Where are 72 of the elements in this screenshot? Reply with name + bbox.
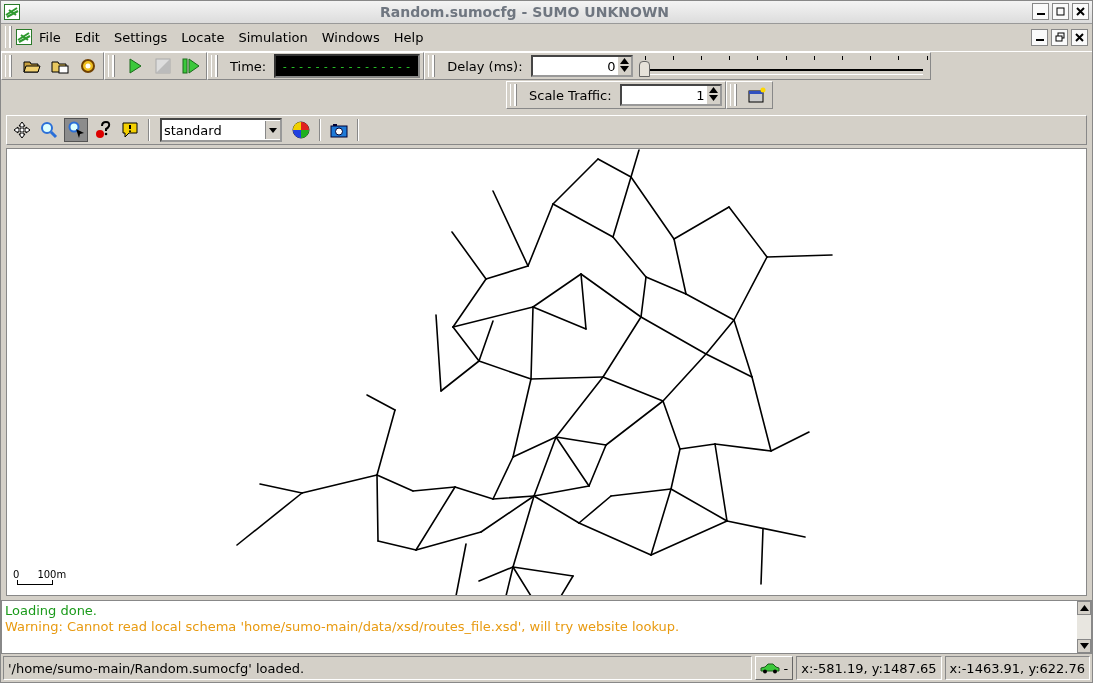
menu-item[interactable]: Help [386, 27, 431, 47]
menu-item[interactable]: Locate [174, 27, 232, 47]
time-display: ---------------- [274, 54, 421, 79]
car-icon [760, 662, 781, 675]
close-button[interactable] [1071, 28, 1088, 46]
toolbar-grip[interactable] [428, 55, 436, 78]
toolbar-grip[interactable] [108, 55, 115, 78]
delay-slider[interactable] [636, 55, 927, 78]
maximize-icon [1056, 7, 1065, 17]
scale-bar [17, 580, 53, 586]
down-arrow-icon [1079, 643, 1089, 650]
scheme-dropdown[interactable]: standard [160, 118, 282, 143]
zoom-icon [40, 121, 58, 140]
toolbar-grip[interactable] [510, 84, 517, 107]
scale-traffic-label: Scale Traffic: [528, 87, 613, 103]
down-arrow-icon [708, 95, 718, 102]
view-tool-button[interactable] [64, 118, 88, 143]
up-arrow-icon [708, 87, 718, 94]
step-icon [182, 58, 200, 75]
scale-length-label: 100m [37, 569, 67, 581]
restore-button[interactable] [1051, 28, 1068, 46]
scrollbar[interactable] [1077, 601, 1091, 654]
reload-icon [79, 57, 97, 76]
app-logo-icon [4, 3, 20, 20]
color-wheel-icon [292, 121, 310, 140]
status-message: '/home/sumo-main/Random.sumocfg' loaded. [3, 656, 753, 680]
menu-item[interactable]: Edit [67, 27, 107, 47]
toolbar-grip[interactable] [729, 84, 737, 107]
vehicle-button[interactable]: - [755, 656, 794, 680]
recenter-icon [13, 121, 31, 140]
menu-item[interactable]: Windows [314, 27, 387, 47]
menu-item[interactable]: File [32, 27, 68, 47]
window-title: Random.sumocfg - SUMO UNKNOWN [378, 3, 671, 20]
menu-item[interactable]: Simulation [231, 27, 315, 47]
close-icon [1076, 7, 1085, 17]
stop-icon [155, 58, 171, 75]
app-logo-icon [16, 29, 32, 46]
restore-icon [1054, 32, 1065, 43]
map-canvas[interactable]: 0 100m [6, 148, 1087, 597]
delay-spinbox[interactable]: 0 [530, 55, 633, 78]
time-label: Time: [229, 58, 268, 74]
close-button[interactable] [1072, 3, 1089, 21]
up-arrow-icon [619, 58, 629, 65]
folder-file-icon [51, 58, 69, 75]
warning-icon [121, 121, 139, 140]
scale-traffic-spinbox[interactable]: 1 [619, 84, 722, 107]
up-arrow-icon [1079, 605, 1089, 612]
play-icon [128, 58, 142, 75]
toolbar-grip[interactable] [5, 26, 12, 49]
coordinates-readout: x:-581.19, y:1487.65 [796, 656, 942, 680]
toolbar-grip[interactable] [5, 55, 12, 78]
menu-item[interactable]: Settings [106, 27, 175, 47]
down-arrow-icon [619, 66, 629, 73]
minimize-icon [1035, 38, 1044, 41]
zoom-cursor-icon [67, 121, 85, 140]
query-icon [94, 121, 112, 140]
scroll-up-button[interactable] [1077, 601, 1091, 616]
scale-zero-label: 0 [13, 569, 20, 581]
folder-icon [23, 58, 41, 75]
delay-label: Delay (ms): [446, 58, 524, 74]
minimize-icon [1036, 13, 1045, 16]
maximize-button[interactable] [1052, 3, 1069, 21]
toolbar-grip[interactable] [211, 55, 218, 78]
minimize-button[interactable] [1032, 3, 1049, 21]
minimize-button[interactable] [1031, 28, 1048, 46]
window-icon [747, 87, 766, 104]
log-message: Loading done. [5, 603, 98, 620]
coordinates-readout: x:-1463.91, y:622.76 [944, 656, 1090, 680]
camera-icon [330, 122, 348, 139]
close-icon [1075, 32, 1084, 42]
scroll-down-button[interactable] [1077, 639, 1091, 654]
log-message: Warning: Cannot read local schema 'home/sumo-main/data/xsd/routes_file.xsd', will try website lookup. [5, 619, 681, 636]
